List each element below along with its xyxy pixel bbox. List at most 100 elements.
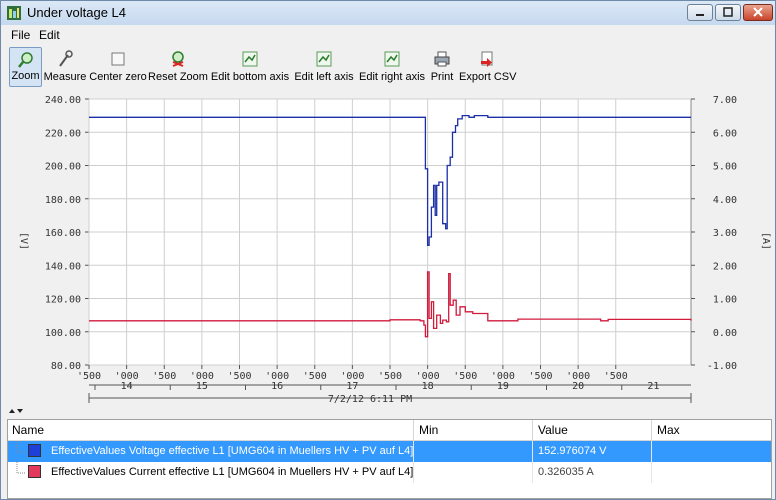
menu-edit[interactable]: Edit bbox=[39, 28, 60, 42]
tree-line-icon bbox=[16, 462, 26, 474]
series-name: EffectiveValues Voltage effective L1 [UM… bbox=[51, 445, 414, 457]
x-date-label: 7/2/12 6:11 PM bbox=[328, 394, 412, 405]
print-button[interactable]: Print bbox=[428, 47, 456, 87]
right-axis-tick-label: 2.00 bbox=[713, 261, 737, 272]
x-major-tick-label: 16 bbox=[271, 381, 283, 392]
zoom-button[interactable]: Zoom bbox=[9, 47, 42, 87]
series-color-swatch bbox=[28, 465, 41, 478]
toolbar: Zoom Measure Center zero Reset Zoom Edit… bbox=[1, 45, 775, 89]
right-axis-tick-label: 4.00 bbox=[713, 195, 737, 206]
right-axis-tick-label: 5.00 bbox=[713, 162, 737, 173]
x-minor-tick-label: '500 bbox=[77, 371, 101, 382]
x-minor-tick-label: '500 bbox=[152, 371, 176, 382]
center-zero-label: Center zero bbox=[89, 71, 147, 83]
minimize-icon bbox=[696, 14, 704, 16]
app-icon bbox=[7, 6, 21, 20]
reset-zoom-label: Reset Zoom bbox=[148, 71, 208, 83]
axis-icon bbox=[384, 51, 400, 67]
left-axis-label: [V] bbox=[18, 232, 29, 250]
series-color-swatch bbox=[28, 444, 41, 457]
right-axis-tick-label: 1.00 bbox=[713, 295, 737, 306]
minimize-button[interactable] bbox=[687, 4, 713, 21]
column-header-value[interactable]: Value bbox=[538, 423, 568, 437]
left-axis-tick-label: 200.00 bbox=[45, 162, 81, 173]
right-axis-tick-label: 3.00 bbox=[713, 228, 737, 239]
left-axis-tick-label: 160.00 bbox=[45, 228, 81, 239]
close-icon bbox=[753, 7, 763, 17]
left-axis-tick-label: 100.00 bbox=[45, 328, 81, 339]
column-divider bbox=[413, 462, 414, 483]
series-name: EffectiveValues Current effective L1 [UM… bbox=[51, 466, 414, 478]
x-major-tick-label: 15 bbox=[196, 381, 208, 392]
zoom-label: Zoom bbox=[11, 70, 40, 82]
menu-file[interactable]: File bbox=[11, 28, 30, 42]
print-label: Print bbox=[430, 71, 454, 83]
application-window: Under voltage L4 File Edit Zoom Measure … bbox=[0, 0, 776, 500]
axis-icon bbox=[242, 51, 258, 67]
right-axis-tick-label: 6.00 bbox=[713, 128, 737, 139]
edit-right-axis-label: Edit right axis bbox=[358, 71, 426, 83]
x-major-tick-label: 21 bbox=[647, 381, 659, 392]
column-header-min[interactable]: Min bbox=[419, 423, 438, 437]
x-major-tick-label: 20 bbox=[572, 381, 584, 392]
table-row[interactable]: EffectiveValues Voltage effective L1 [UM… bbox=[8, 441, 771, 462]
column-header-max[interactable]: Max bbox=[657, 423, 680, 437]
measure-button[interactable]: Measure bbox=[43, 47, 87, 87]
axis-icon bbox=[316, 51, 332, 67]
series-value: 152.976074 V bbox=[538, 445, 607, 457]
maximize-icon bbox=[723, 7, 733, 17]
table-row[interactable]: EffectiveValues Current effective L1 [UM… bbox=[8, 462, 771, 483]
column-divider bbox=[651, 441, 652, 462]
splitter[interactable] bbox=[1, 407, 775, 417]
x-minor-tick-label: '500 bbox=[453, 371, 477, 382]
x-major-tick-label: 18 bbox=[422, 381, 434, 392]
left-axis-tick-label: 180.00 bbox=[45, 195, 81, 206]
column-divider[interactable] bbox=[532, 420, 533, 440]
chart-area: 240.00 7.00 220.00 6.00 200.00 5.00 180.00 4.00… bbox=[1, 89, 775, 407]
export-csv-label: Export CSV bbox=[459, 71, 517, 83]
measure-icon bbox=[59, 50, 73, 67]
window-title: Under voltage L4 bbox=[27, 5, 127, 20]
maximize-button[interactable] bbox=[715, 4, 741, 21]
close-button[interactable] bbox=[743, 4, 773, 21]
x-major-tick-label: 17 bbox=[346, 381, 358, 392]
left-axis-tick-label: 120.00 bbox=[45, 295, 81, 306]
right-axis-label: [A] bbox=[760, 232, 771, 250]
x-minor-tick-label: '500 bbox=[528, 371, 552, 382]
legend-table: Name Min Value Max EffectiveValues Volta… bbox=[7, 419, 772, 499]
right-axis-tick-label: 7.00 bbox=[713, 95, 737, 106]
reset-zoom-button[interactable]: Reset Zoom bbox=[148, 47, 208, 87]
x-minor-tick-label: '500 bbox=[378, 371, 402, 382]
edit-left-axis-label: Edit left axis bbox=[294, 71, 354, 83]
edit-left-axis-button[interactable]: Edit left axis bbox=[293, 47, 355, 87]
left-axis-tick-label: 240.00 bbox=[45, 95, 81, 106]
menu-bar: File Edit bbox=[1, 26, 775, 45]
export-csv-button[interactable]: Export CSV bbox=[459, 47, 517, 87]
column-divider[interactable] bbox=[413, 420, 414, 440]
right-axis-tick-label: 0.00 bbox=[713, 328, 737, 339]
title-bar[interactable]: Under voltage L4 bbox=[1, 1, 775, 25]
edit-bottom-axis-button[interactable]: Edit bottom axis bbox=[210, 47, 290, 87]
column-divider bbox=[651, 462, 652, 483]
left-axis-tick-label: 220.00 bbox=[45, 128, 81, 139]
x-minor-tick-label: '500 bbox=[227, 371, 251, 382]
chart-svg[interactable]: 240.00 7.00220.00 6.00200.00 5.00180.00 4.00… bbox=[1, 89, 775, 407]
column-header-name[interactable]: Name bbox=[12, 423, 44, 437]
column-divider bbox=[413, 441, 414, 462]
column-divider bbox=[532, 462, 533, 483]
edit-right-axis-button[interactable]: Edit right axis bbox=[358, 47, 426, 87]
center-zero-button[interactable]: Center zero bbox=[88, 47, 148, 87]
series-value: 0.326035 A bbox=[538, 466, 594, 478]
legend-table-header: Name Min Value Max bbox=[8, 420, 771, 441]
column-divider bbox=[532, 441, 533, 462]
tree-line-icon bbox=[16, 441, 26, 453]
zoom-icon bbox=[17, 52, 33, 68]
reset-zoom-icon bbox=[172, 51, 184, 67]
printer-icon bbox=[434, 51, 450, 67]
x-minor-tick-label: '500 bbox=[604, 371, 628, 382]
x-major-tick-label: 19 bbox=[497, 381, 509, 392]
center-zero-icon bbox=[111, 52, 125, 66]
edit-bottom-axis-label: Edit bottom axis bbox=[210, 71, 290, 83]
x-minor-tick-label: '500 bbox=[303, 371, 327, 382]
column-divider[interactable] bbox=[651, 420, 652, 440]
